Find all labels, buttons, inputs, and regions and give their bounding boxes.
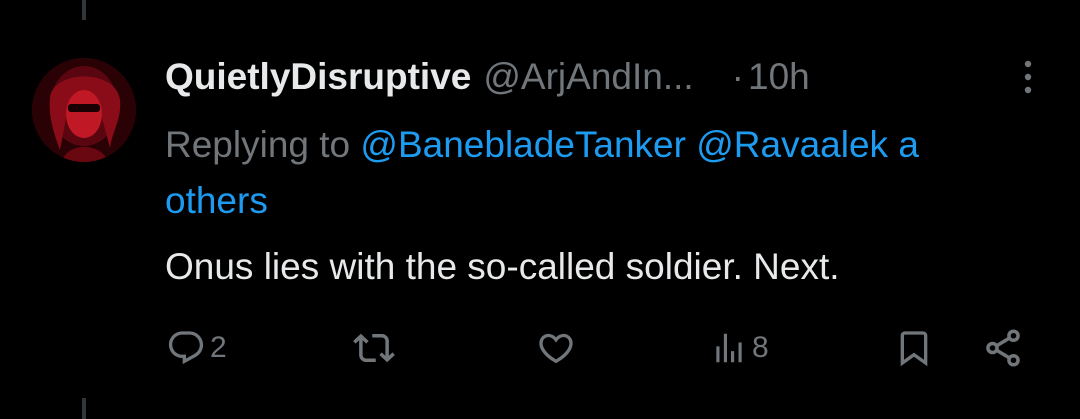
- views-count: 8: [752, 331, 769, 364]
- heart-icon: [539, 333, 573, 364]
- avatar-image: [32, 58, 136, 162]
- timestamp[interactable]: 10h: [748, 56, 810, 98]
- reply-count: 2: [210, 331, 227, 364]
- display-name[interactable]: QuietlyDisruptive: [165, 56, 471, 98]
- like-button[interactable]: [536, 326, 576, 370]
- user-handle[interactable]: @ArjAndIn...: [483, 56, 693, 98]
- share-button[interactable]: [982, 326, 1024, 370]
- replying-to-label: Replying to: [165, 124, 361, 165]
- bookmark-button[interactable]: [894, 326, 934, 370]
- thread-connector-bottom: [82, 398, 86, 419]
- replying-to-line: Replying to @BanebladeTanker @Ravaalek a: [165, 114, 1080, 176]
- thread-connector-top: [82, 0, 86, 20]
- more-vertical-icon: [1024, 60, 1032, 94]
- mention-others-link[interactable]: others: [165, 176, 268, 226]
- bookmark-icon: [900, 331, 928, 367]
- reply-icon: [168, 331, 204, 365]
- repost-button[interactable]: [353, 326, 395, 370]
- mention-truncated[interactable]: a: [888, 124, 919, 165]
- mention-link[interactable]: @BanebladeTanker: [360, 124, 686, 165]
- views-chart-icon: [716, 333, 742, 363]
- views-button[interactable]: 8: [710, 326, 769, 370]
- tweet-header: QuietlyDisruptive @ArjAndIn... · 10h: [165, 52, 810, 102]
- repost-icon: [353, 333, 395, 363]
- share-icon: [986, 329, 1020, 367]
- mention-link[interactable]: @Ravaalek: [696, 124, 888, 165]
- more-options-button[interactable]: [1016, 58, 1040, 96]
- separator-dot: ·: [731, 56, 744, 97]
- avatar[interactable]: [32, 58, 136, 162]
- reply-button[interactable]: 2: [166, 326, 227, 370]
- tweet-body: Onus lies with the so-called soldier. Ne…: [165, 246, 840, 287]
- tweet-action-bar: 2 8: [0, 326, 1080, 370]
